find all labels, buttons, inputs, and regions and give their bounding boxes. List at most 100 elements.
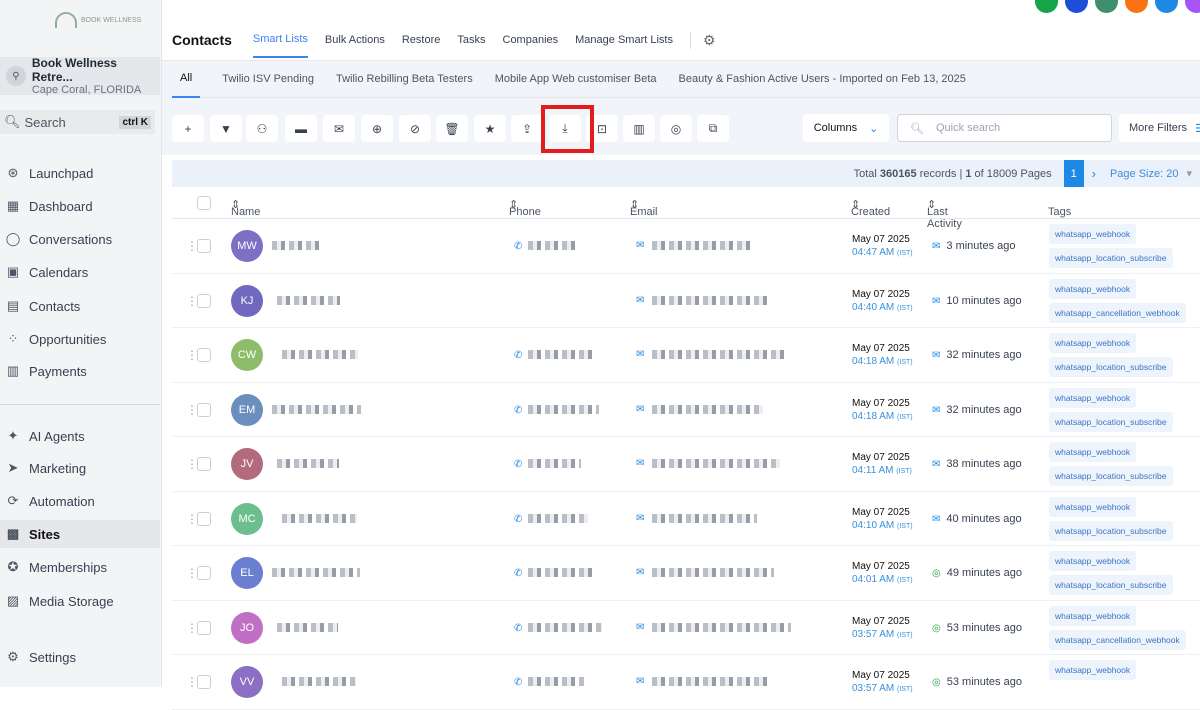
tab-companies[interactable]: Companies — [503, 34, 559, 46]
page-button-1[interactable]: 1 — [1063, 160, 1084, 187]
tag[interactable]: whatsapp_location_subscribe — [1049, 411, 1173, 432]
table-row[interactable]: ⋮ EL ✆ ✉ May 07 2025 04:01 AM (IST) ◎ 49 m… — [172, 546, 1200, 601]
col-email[interactable]: Email ⇕ — [630, 198, 658, 218]
redacted-phone[interactable] — [528, 622, 602, 632]
email-icon[interactable]: ✉ — [636, 622, 644, 633]
row-checkbox[interactable] — [197, 620, 211, 635]
redacted-email[interactable] — [652, 677, 768, 686]
phone-icon[interactable]: ✆ — [514, 459, 522, 470]
redacted-phone[interactable] — [528, 459, 581, 468]
tag[interactable]: whatsapp_webhook — [1049, 224, 1137, 244]
row-checkbox[interactable] — [197, 457, 211, 471]
email-icon[interactable]: ✉ — [636, 513, 644, 524]
row-checkbox[interactable] — [197, 293, 211, 308]
smart-list-tab[interactable]: Twilio Rebilling Beta Testers — [336, 73, 473, 85]
redacted-name[interactable] — [282, 677, 356, 686]
tag[interactable]: whatsapp_webhook — [1049, 387, 1137, 408]
redacted-email[interactable] — [652, 404, 763, 414]
more-filters-button[interactable]: More Filters ☰ — [1119, 114, 1200, 142]
import-button[interactable]: ⇪ — [511, 115, 543, 142]
tag[interactable]: whatsapp_webhook — [1049, 605, 1137, 626]
account-switcher[interactable]: ⚲ Book Wellness Retre... Cape Coral, FLOR… — [0, 56, 160, 96]
notification-bell-icon[interactable] — [1125, 0, 1148, 13]
redacted-phone[interactable] — [528, 241, 578, 250]
email-icon[interactable]: ✉ — [636, 404, 644, 415]
email-button[interactable]: ✉ — [323, 115, 355, 142]
row-checkbox[interactable] — [197, 511, 211, 526]
table-row[interactable]: ⋮ KJ ✉ May 07 2025 04:40 AM (IST) ✉ 10 min… — [172, 274, 1200, 328]
whatsapp-button[interactable]: ◎ — [660, 115, 692, 142]
sidebar-item-ai-agents[interactable]: ✦ AI Agents — [0, 422, 160, 450]
page-size-select[interactable]: Page Size: 20 — [1110, 168, 1179, 180]
columns-dropdown[interactable]: Columns ⌄ — [803, 114, 889, 142]
tag[interactable]: whatsapp_cancellation_webhook — [1049, 302, 1186, 323]
col-phone[interactable]: Phone ⇕ — [509, 198, 541, 218]
phone-icon[interactable] — [1035, 0, 1058, 13]
tag[interactable]: whatsapp_location_subscribe — [1049, 575, 1173, 595]
redacted-email[interactable] — [652, 459, 780, 468]
redacted-email[interactable] — [652, 568, 774, 577]
email-icon[interactable]: ✉ — [636, 240, 644, 251]
row-checkbox[interactable] — [197, 348, 211, 362]
redacted-email[interactable] — [652, 295, 769, 305]
filter-button[interactable]: ▼ — [210, 115, 242, 142]
sms-button[interactable]: ▬ — [285, 115, 317, 142]
row-checkbox[interactable] — [197, 402, 211, 417]
select-all-checkbox[interactable] — [197, 196, 211, 210]
tag[interactable]: whatsapp_location_subscribe — [1049, 248, 1173, 268]
tag[interactable]: whatsapp_webhook — [1049, 278, 1137, 299]
sidebar-item-marketing[interactable]: ➤ Marketing — [0, 454, 160, 482]
settings-gear-icon[interactable]: ⚙ — [689, 31, 716, 49]
smart-list-tab[interactable]: Beauty & Fashion Active Users - Imported… — [679, 73, 966, 85]
email-icon[interactable]: ✉ — [636, 676, 644, 687]
email-icon[interactable]: ✉ — [636, 295, 644, 306]
col-name[interactable]: Name ⇕ — [231, 198, 260, 218]
col-created[interactable]: Created ⇕ — [851, 198, 890, 218]
phone-icon[interactable]: ✆ — [514, 514, 522, 525]
tab-smart-lists[interactable]: Smart Lists — [252, 33, 308, 58]
table-row[interactable]: ⋮ JV ✆ ✉ May 07 2025 04:11 AM (IST) ✉ 38 m… — [172, 437, 1200, 492]
redacted-name[interactable] — [282, 513, 357, 523]
smart-list-tab[interactable]: Twilio ISV Pending — [222, 73, 314, 85]
sidebar-item-launchpad[interactable]: ⊛ Launchpad — [0, 159, 160, 187]
redacted-name[interactable] — [272, 241, 322, 250]
avatar[interactable] — [1185, 0, 1200, 13]
redacted-name[interactable] — [277, 622, 338, 632]
remove-tag-button[interactable]: ⊘ — [399, 115, 431, 142]
table-row[interactable]: ⋮ MW ✆ ✉ May 07 2025 04:47 AM (IST) ✉ 3 mi… — [172, 219, 1200, 274]
sidebar-search[interactable]: 🔍︎ Search ctrl K — [0, 110, 155, 134]
table-row[interactable]: ⋮ CW ✆ ✉ May 07 2025 04:18 AM (IST) ✉ 32 m… — [172, 328, 1200, 383]
phone-icon[interactable]: ✆ — [514, 677, 522, 688]
redacted-phone[interactable] — [528, 513, 588, 523]
sidebar-item-contacts[interactable]: ▤ Contacts — [0, 292, 160, 320]
phone-icon[interactable]: ✆ — [514, 623, 522, 634]
sidebar-item-calendars[interactable]: ▣ Calendars — [0, 258, 160, 286]
tag[interactable]: whatsapp_location_subscribe — [1049, 520, 1173, 541]
table-row[interactable]: ⋮ MC ✆ ✉ May 07 2025 04:10 AM (IST) ✉ 40 m… — [172, 492, 1200, 546]
redacted-email[interactable] — [652, 241, 752, 250]
redacted-email[interactable] — [652, 350, 786, 359]
email-icon[interactable]: ✉ — [636, 349, 644, 360]
tag[interactable]: whatsapp_webhook — [1049, 660, 1137, 680]
redacted-phone[interactable] — [528, 350, 592, 359]
sidebar-item-settings[interactable]: ⚙ Settings — [0, 643, 160, 671]
phone-icon[interactable]: ✆ — [514, 350, 522, 361]
col-last-activity[interactable]: Last Activity ⇕ — [927, 198, 962, 230]
smart-list-tab[interactable]: Mobile App Web customiser Beta — [495, 73, 657, 85]
redacted-name[interactable] — [277, 295, 340, 305]
redacted-phone[interactable] — [528, 404, 599, 414]
redacted-name[interactable] — [272, 568, 360, 577]
email-icon[interactable]: ✉ — [636, 458, 644, 469]
sidebar-item-dashboard[interactable]: ▦ Dashboard — [0, 192, 160, 220]
stats-button[interactable]: ▥ — [623, 115, 655, 142]
redacted-name[interactable] — [282, 350, 358, 359]
add-tag-button[interactable]: ⊕ — [361, 115, 393, 142]
next-page-icon[interactable]: › — [1092, 166, 1096, 181]
sidebar-item-opportunities[interactable]: ⁘ Opportunities — [0, 325, 160, 353]
star-button[interactable]: ★ — [474, 115, 506, 142]
tab-restore[interactable]: Restore — [402, 34, 441, 46]
redacted-phone[interactable] — [528, 568, 595, 577]
sidebar-item-media-storage[interactable]: ▨ Media Storage — [0, 587, 160, 615]
tag[interactable]: whatsapp_cancellation_webhook — [1049, 629, 1186, 650]
tag[interactable]: whatsapp_webhook — [1049, 442, 1137, 462]
